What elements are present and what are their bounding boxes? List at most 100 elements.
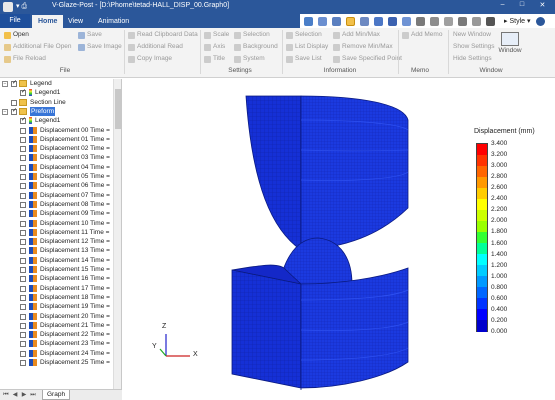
hide-settings-button[interactable]: Hide Settings xyxy=(453,54,492,64)
style-menu[interactable]: ▸ Style ▾ xyxy=(504,17,531,25)
new-window-button[interactable]: New Window xyxy=(453,30,491,40)
checkbox[interactable] xyxy=(20,146,26,153)
tree-item-displacement[interactable]: Displacement 11 Time = xyxy=(0,228,121,237)
minimize-button[interactable]: – xyxy=(501,1,505,13)
tree-item-displacement[interactable]: Displacement 20 Time = xyxy=(0,312,121,321)
mesh-icon[interactable] xyxy=(486,16,495,26)
checkbox[interactable] xyxy=(20,332,26,339)
tree-item-displacement[interactable]: Displacement 06 Time = xyxy=(0,181,121,190)
collapse-icon[interactable]: − xyxy=(2,108,8,115)
tree-item-legend[interactable]: − Legend xyxy=(0,79,121,88)
pan-icon[interactable] xyxy=(318,16,327,26)
tab-home[interactable]: Home xyxy=(32,15,64,28)
collapse-icon[interactable]: − xyxy=(2,81,8,87)
checkbox[interactable] xyxy=(20,248,26,255)
fit-icon[interactable] xyxy=(360,16,369,26)
list-display-button[interactable]: List Display xyxy=(286,42,328,52)
checkbox[interactable] xyxy=(20,220,26,227)
checkbox[interactable] xyxy=(20,88,26,98)
file-tab[interactable]: File xyxy=(0,14,30,28)
system-button[interactable]: System xyxy=(234,54,265,64)
checkbox[interactable] xyxy=(11,107,17,116)
select-tool-icon[interactable] xyxy=(346,16,355,26)
help-icon[interactable] xyxy=(535,16,545,26)
tree-item-displacement[interactable]: Displacement 21 Time = xyxy=(0,321,121,330)
rotate-icon[interactable] xyxy=(304,16,313,26)
quick-access-toolbar[interactable]: ▾ ⎙ xyxy=(16,2,46,12)
open-button[interactable]: Open xyxy=(4,30,29,40)
tree-item-displacement[interactable]: Displacement 23 Time = xyxy=(0,339,121,348)
tree-item-displacement[interactable]: Displacement 16 Time = xyxy=(0,274,121,283)
additional-read-button[interactable]: Additional Read xyxy=(128,42,183,52)
title-button[interactable]: Title xyxy=(204,54,225,64)
copy-image-button[interactable]: Copy Image xyxy=(128,54,172,64)
checkbox[interactable] xyxy=(20,360,26,366)
tree-item-displacement[interactable]: Displacement 13 Time = xyxy=(0,246,121,255)
show-settings-button[interactable]: Show Settings xyxy=(453,42,495,52)
last-tab-icon[interactable]: ⏭ xyxy=(29,391,37,399)
shading-icon[interactable] xyxy=(472,16,481,26)
view-front-icon[interactable] xyxy=(416,16,425,26)
checkbox[interactable] xyxy=(20,322,26,329)
tab-view[interactable]: View xyxy=(62,15,89,28)
tree-item-legend1[interactable]: Legend1 xyxy=(0,88,121,98)
selection-settings-button[interactable]: Selection xyxy=(234,30,270,40)
read-clipboard-data-button[interactable]: Read Clipboard Data xyxy=(128,30,198,40)
checkbox[interactable] xyxy=(20,304,26,311)
first-tab-icon[interactable]: ⏮ xyxy=(2,391,10,399)
tree-item-displacement[interactable]: Displacement 04 Time = xyxy=(0,163,121,172)
axis-button[interactable]: Axis xyxy=(204,42,225,52)
view-top-icon[interactable] xyxy=(444,16,453,26)
save-list-button[interactable]: Save List xyxy=(286,54,322,64)
move-icon[interactable] xyxy=(402,16,411,26)
checkbox[interactable] xyxy=(20,174,26,180)
tree-item-displacement[interactable]: Displacement 22 Time = xyxy=(0,330,121,339)
additional-file-open-button[interactable]: Additional File Open xyxy=(4,42,72,52)
tree-item-displacement[interactable]: Displacement 18 Time = xyxy=(0,293,121,302)
prev-tab-icon[interactable]: ◀ xyxy=(11,391,19,399)
zoom-out-icon[interactable] xyxy=(388,16,397,26)
tree-item-displacement[interactable]: Displacement 05 Time = xyxy=(0,172,121,181)
next-tab-icon[interactable]: ▶ xyxy=(20,391,28,399)
window-menu-button[interactable]: Window xyxy=(497,31,523,63)
tree-item-displacement[interactable]: Displacement 12 Time = xyxy=(0,237,121,246)
tree-item-displacement[interactable]: Displacement 03 Time = xyxy=(0,153,121,162)
tree-item-displacement[interactable]: Displacement 07 Time = xyxy=(0,191,121,200)
tree-item-displacement[interactable]: Displacement 19 Time = xyxy=(0,302,121,311)
checkbox[interactable] xyxy=(20,350,26,357)
save-button[interactable]: Save xyxy=(78,30,102,40)
app-icon[interactable] xyxy=(3,2,13,12)
tree-item-displacement[interactable]: Displacement 00 Time = xyxy=(0,126,121,135)
checkbox[interactable] xyxy=(20,192,26,199)
tree-item-displacement[interactable]: Displacement 14 Time = xyxy=(0,256,121,265)
tree-item-displacement[interactable]: Displacement 08 Time = xyxy=(0,200,121,209)
zoom-in-icon[interactable] xyxy=(374,16,383,26)
save-specified-point-button[interactable]: Save Specified Point xyxy=(333,54,402,64)
checkbox[interactable] xyxy=(20,276,26,283)
tree-item-preform[interactable]: − Preform xyxy=(0,106,121,116)
checkbox[interactable] xyxy=(20,294,26,301)
tab-animation[interactable]: Animation xyxy=(92,15,135,28)
checkbox[interactable] xyxy=(20,164,26,171)
checkbox[interactable] xyxy=(20,341,26,348)
view-side-icon[interactable] xyxy=(430,16,439,26)
background-button[interactable]: Background xyxy=(234,42,278,52)
tab-graph[interactable]: Graph xyxy=(42,390,71,400)
save-image-button[interactable]: Save Image xyxy=(78,42,122,52)
checkbox[interactable] xyxy=(20,201,26,208)
checkbox[interactable] xyxy=(20,239,26,246)
tree-item-preform-legend1[interactable]: Legend1 xyxy=(0,116,121,125)
tree-item-displacement[interactable]: Displacement 15 Time = xyxy=(0,265,121,274)
tree-item-displacement[interactable]: Displacement 09 Time = xyxy=(0,209,121,218)
checkbox[interactable] xyxy=(20,285,26,292)
zoom-icon[interactable] xyxy=(332,16,341,26)
checkbox[interactable] xyxy=(20,136,26,143)
checkbox[interactable] xyxy=(20,116,26,125)
checkbox[interactable] xyxy=(11,79,17,88)
view-iso-icon[interactable] xyxy=(458,16,467,26)
add-min-max-button[interactable]: Add Min/Max xyxy=(333,30,380,40)
tree-item-displacement[interactable]: Displacement 17 Time = xyxy=(0,284,121,293)
selection-info-button[interactable]: Selection xyxy=(286,30,322,40)
checkbox[interactable] xyxy=(20,313,26,320)
checkbox[interactable] xyxy=(20,127,26,134)
